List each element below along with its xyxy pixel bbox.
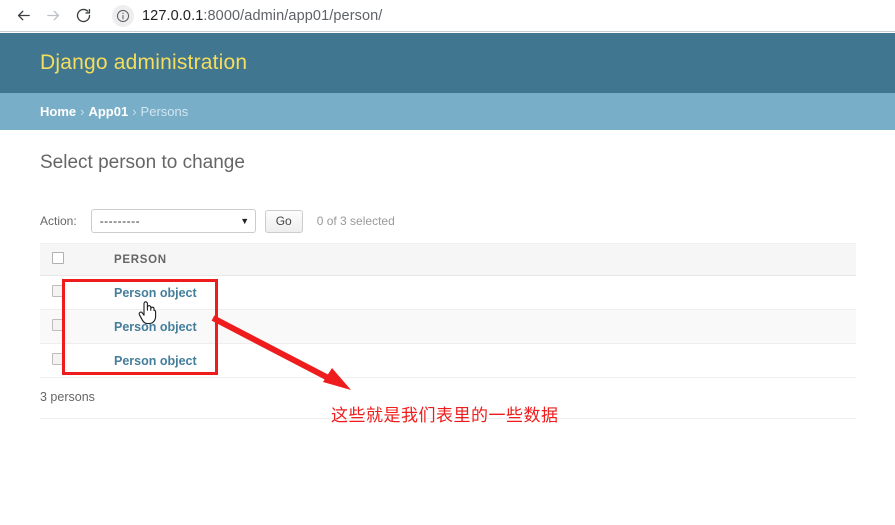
breadcrumb-separator-1: › [80,104,85,119]
chevron-down-icon: ▼ [240,215,250,226]
row-checkbox[interactable] [52,353,64,365]
breadcrumb-current: Persons [140,104,189,119]
browser-toolbar: 127.0.0.1:8000/admin/app01/person/ [0,0,895,32]
page-title: Select person to change [40,152,245,173]
results-table: PERSON Person object Person object Perso… [40,243,856,378]
select-all-checkbox[interactable] [52,252,64,264]
results-table-head: PERSON [40,243,856,276]
breadcrumb-app01[interactable]: App01 [88,104,128,119]
row-person-cell: Person object [86,309,856,344]
back-button[interactable] [8,2,38,30]
row-checkbox[interactable] [52,319,64,331]
table-row: Person object [40,309,856,344]
results-table-body: Person object Person object Person objec… [40,275,856,378]
url-path: :8000/admin/app01/person/ [203,7,383,24]
breadcrumb-list: Home › App01 › Persons [40,104,188,119]
breadcrumb-home[interactable]: Home [40,104,76,119]
table-row: Person object [40,275,856,310]
result-count: 3 persons [40,390,95,404]
address-bar[interactable]: 127.0.0.1:8000/admin/app01/person/ [106,3,885,29]
forward-button[interactable] [38,2,68,30]
select-all-column [40,244,86,276]
action-select[interactable]: --------- ▼ [90,209,256,233]
selection-counter: 0 of 3 selected [316,214,395,228]
row-person-cell: Person object [86,275,856,310]
action-bar: Action: --------- ▼ Go 0 of 3 selected [40,208,395,234]
info-circle-icon[interactable] [112,4,134,27]
person-object-link[interactable]: Person object [114,354,197,368]
back-arrow-icon [15,7,32,24]
table-header-row: PERSON [40,243,856,276]
breadcrumb: Home › App01 › Persons [0,93,895,130]
row-checkbox[interactable] [52,285,64,297]
go-button[interactable]: Go [264,209,303,233]
url-host: 127.0.0.1 [142,7,204,24]
column-header-person[interactable]: PERSON [86,244,856,276]
breadcrumb-separator-2: › [132,104,137,119]
site-title[interactable]: Django administration [40,51,247,75]
forward-arrow-icon [45,7,62,24]
action-select-value: --------- [99,214,141,228]
person-object-link[interactable]: Person object [114,286,197,300]
row-select-cell [40,309,86,344]
django-header: Django administration [0,33,895,93]
action-label: Action: [40,214,77,228]
row-select-cell [40,343,86,378]
url-text: 127.0.0.1:8000/admin/app01/person/ [142,8,382,24]
reload-icon [75,7,92,24]
person-object-link[interactable]: Person object [114,320,197,334]
row-person-cell: Person object [86,343,856,378]
row-select-cell [40,275,86,310]
table-row: Person object [40,343,856,378]
annotation-note: 这些就是我们表里的一些数据 [331,406,559,425]
reload-button[interactable] [68,2,98,30]
